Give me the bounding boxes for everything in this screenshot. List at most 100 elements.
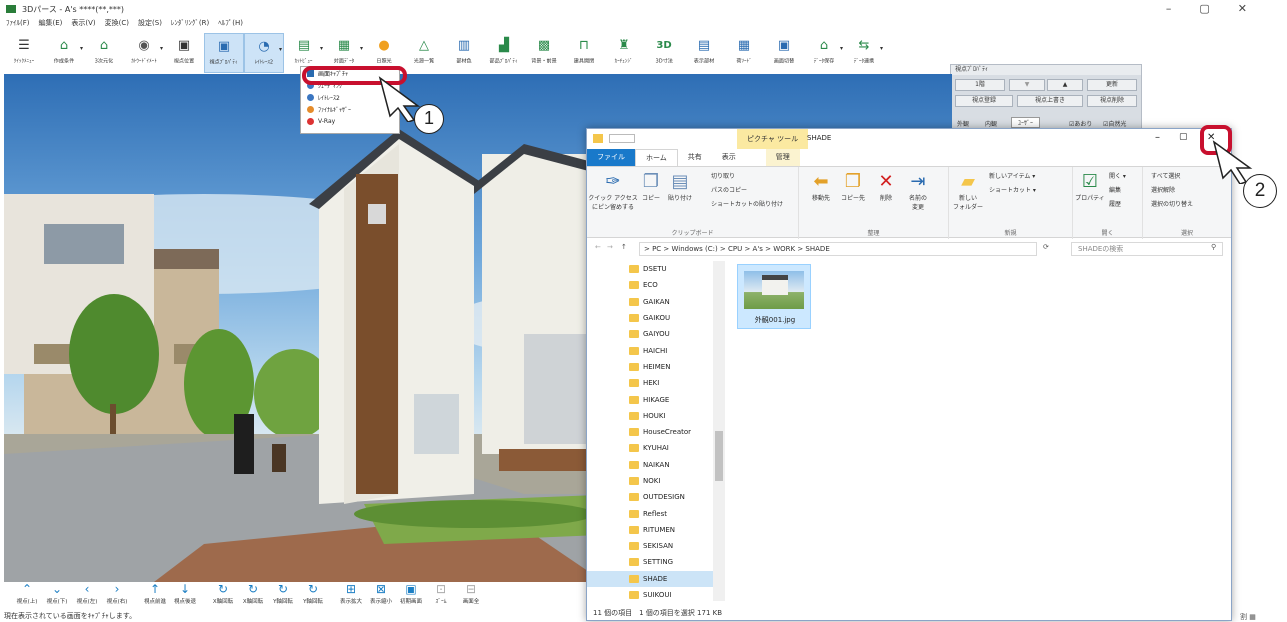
folder-item[interactable]: SEKISAN — [587, 538, 725, 554]
up-icon[interactable]: ↑ — [621, 243, 627, 251]
sort-button[interactable]: ▦ 荷ｿｰﾄﾞ — [724, 33, 764, 73]
part-prop-button[interactable]: ▟ 部品ﾌﾟﾛﾊﾟﾃｨ — [484, 33, 524, 73]
folder-item[interactable]: HIKAGE — [587, 391, 725, 407]
folder-item[interactable]: HOUKI — [587, 408, 725, 424]
display-parts-button[interactable]: ▤ 表示部材 — [684, 33, 724, 73]
conditions-button[interactable]: ⌂ 作成条件 ▾ — [44, 33, 84, 73]
paste-button[interactable]: ▤ 貼り付け — [665, 171, 695, 203]
menu-settings[interactable]: 設定(S) — [138, 18, 162, 32]
folder-item[interactable]: DSETU — [587, 261, 725, 277]
walkthrough-button[interactable]: ◉ ｶﾄｳｰﾄﾞｲﾒｰﾄ ▾ — [124, 33, 164, 73]
folder-item[interactable]: KYUHAI — [587, 440, 725, 456]
nav-button[interactable]: ⊡ ｽﾞｰﾑ — [426, 582, 456, 610]
move-to-button[interactable]: ⬅ 移動先 — [807, 171, 835, 203]
search-input[interactable]: SHADEの検索 — [1071, 242, 1223, 256]
folder-item[interactable]: SETTING — [587, 554, 725, 570]
open-button[interactable]: 開く ▾ — [1109, 171, 1126, 180]
change-button[interactable]: ♜ ｶｰﾁｪﾝｼﾞ — [604, 33, 644, 73]
nav-button[interactable]: ▣ 初期画面 — [396, 582, 426, 610]
minimize-button[interactable]: – — [1166, 2, 1172, 15]
copy-to-button[interactable]: ❐ コピー先 — [839, 171, 867, 203]
menu-convert[interactable]: 変換(C) — [105, 18, 129, 32]
background-button[interactable]: ▩ 背景・前景 — [524, 33, 564, 73]
folder-item[interactable]: HEIMEN — [587, 359, 725, 375]
select-none-button[interactable]: 選択解除 — [1151, 185, 1175, 194]
folder-item[interactable]: GAIKOU — [587, 310, 725, 326]
dimension-button[interactable]: 3D 3D寸法 — [644, 33, 684, 73]
folder-item[interactable]: ECO — [587, 277, 725, 293]
menu-rendering[interactable]: ﾚﾝﾀﾞﾘﾝｸﾞ(R) — [171, 18, 209, 32]
rename-button[interactable]: ⇥ 名前の 変更 — [903, 171, 933, 212]
light-list-button[interactable]: △ 光源一覧 — [404, 33, 444, 73]
nav-button[interactable]: ↻ Y軸回転 — [298, 582, 328, 610]
folder-item[interactable]: HAICHI — [587, 342, 725, 358]
back-icon[interactable]: ← — [595, 243, 601, 251]
floor-down-button[interactable]: ▼ — [1009, 79, 1045, 91]
close-button[interactable]: ✕ — [1238, 2, 1247, 15]
camera-position-button[interactable]: ▣ 視点位置 — [164, 33, 204, 73]
save-button[interactable]: ⌂ ﾃﾞｰﾀ保存 ▾ — [804, 33, 844, 73]
nav-button[interactable]: ↓ 視点後退 — [170, 582, 200, 610]
data-link-button[interactable]: ⇆ ﾃﾞｰﾀ連携 ▾ — [844, 33, 884, 73]
quick-menu-button[interactable]: ☰ ｸｲｯｸﾒﾆｭｰ — [4, 33, 44, 73]
shortcut-button[interactable]: ショートカット ▾ — [989, 185, 1036, 194]
natural-light-checkbox[interactable]: ☑自然光 — [1103, 119, 1126, 128]
overwrite-view-button[interactable]: 視点上書き — [1017, 95, 1083, 107]
tree-scroll-thumb[interactable] — [715, 431, 723, 481]
breadcrumb[interactable]: > PC > Windows (C:) > CPU > A's > WORK >… — [639, 242, 1037, 256]
nav-button[interactable]: ⌃ 視点(上) — [12, 582, 42, 610]
nav-button[interactable]: ↻ X軸回転 — [238, 582, 268, 610]
explorer-minimize-button[interactable]: – — [1155, 132, 1160, 143]
nav-button[interactable]: ⌄ 視点(下) — [42, 582, 72, 610]
copy-button[interactable]: ❐ コピー — [639, 171, 663, 203]
pin-button[interactable]: ✑ クイック アクセス にピン留めする — [588, 171, 638, 212]
menu-help[interactable]: ﾍﾙﾌﾟ(H) — [218, 18, 243, 32]
tab-home[interactable]: ホーム — [635, 149, 678, 166]
forward-icon[interactable]: → — [607, 243, 613, 251]
nav-button[interactable]: ‹ 視点(左) — [72, 582, 102, 610]
register-view-button[interactable]: 視点登録 — [955, 95, 1013, 107]
exterior-tab[interactable]: 外観 — [957, 119, 969, 128]
nav-button[interactable]: ↻ X軸回転 — [208, 582, 238, 610]
nav-button[interactable]: ⊟ 画面全 — [456, 582, 486, 610]
tab-view[interactable]: 表示 — [712, 149, 746, 166]
properties-button[interactable]: ☑ プロパティ — [1075, 171, 1105, 203]
invert-selection-button[interactable]: 選択の切り替え — [1151, 199, 1193, 208]
interior-tab[interactable]: 内観 — [985, 119, 997, 128]
nav-button[interactable]: ⊠ 表示縮小 — [366, 582, 396, 610]
folder-item[interactable]: NOKI — [587, 473, 725, 489]
folder-item[interactable]: Reflest — [587, 505, 725, 521]
door-button[interactable]: ⊓ 建具開閉 — [564, 33, 604, 73]
maximize-button[interactable]: ▢ — [1199, 2, 1209, 15]
menu-view[interactable]: 表示(V) — [71, 18, 95, 32]
nav-button[interactable]: ⊞ 表示拡大 — [336, 582, 366, 610]
nav-button[interactable]: ↻ Y軸回転 — [268, 582, 298, 610]
select-all-button[interactable]: すべて選択 — [1151, 171, 1180, 180]
delete-view-button[interactable]: 視点削除 — [1087, 95, 1137, 107]
new-item-button[interactable]: 新しいアイテム ▾ — [989, 171, 1035, 180]
refresh-icon[interactable]: ⟳ — [1043, 243, 1049, 251]
tab-manage[interactable]: 管理 — [765, 149, 800, 166]
folder-item[interactable]: NAIKAN — [587, 457, 725, 473]
view-prop-button[interactable]: ▣ 視点ﾌﾟﾛﾊﾟﾃｨ — [204, 33, 244, 73]
switch-button[interactable]: ▣ 画面切替 — [764, 33, 804, 73]
paste-shortcut-button[interactable]: ショートカットの貼り付け — [711, 199, 783, 208]
edit-button[interactable]: 編集 — [1109, 185, 1121, 194]
folder-item[interactable]: HouseCreator — [587, 424, 725, 440]
3d-button[interactable]: ⌂ 3次元化 — [84, 33, 124, 73]
new-folder-button[interactable]: ▰ 新しい フォルダー — [953, 171, 983, 212]
floor-up-button[interactable]: ▲ — [1047, 79, 1083, 91]
folder-item[interactable]: RITUMEN — [587, 522, 725, 538]
tilt-checkbox[interactable]: ☑あおり — [1069, 119, 1092, 128]
part-color-button[interactable]: ▥ 部材色 — [444, 33, 484, 73]
explorer-maximize-button[interactable]: ▢ — [1179, 132, 1188, 142]
tab-file[interactable]: ファイル — [587, 149, 635, 166]
nav-button[interactable]: ↑ 視点前進 — [140, 582, 170, 610]
delete-button[interactable]: ✕ 削除 — [873, 171, 899, 203]
file-item[interactable]: 外観001.jpg — [737, 264, 811, 329]
folder-item[interactable]: GAIYOU — [587, 326, 725, 342]
folder-item[interactable]: OUTDESIGN — [587, 489, 725, 505]
tab-share[interactable]: 共有 — [678, 149, 712, 166]
folder-item[interactable]: HEKI — [587, 375, 725, 391]
history-button[interactable]: 履歴 — [1109, 199, 1121, 208]
